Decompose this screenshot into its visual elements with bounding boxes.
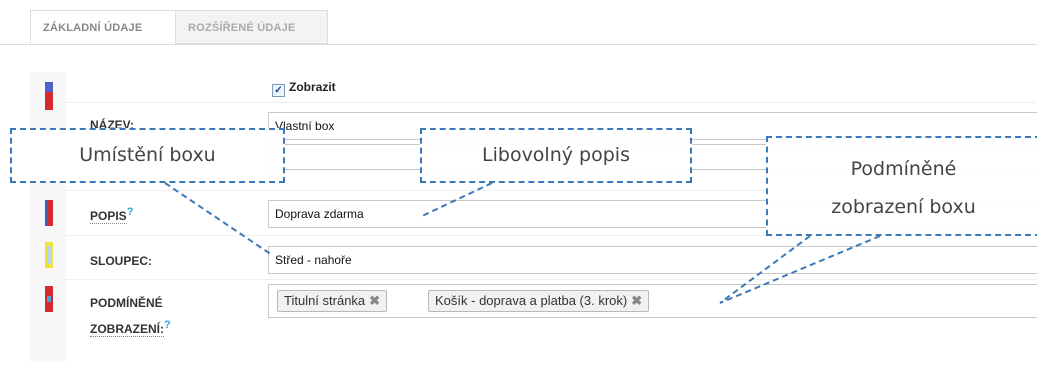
connector-conditional-a <box>719 235 811 304</box>
connector-conditional-b <box>719 235 881 304</box>
connector-description <box>419 182 493 218</box>
connector-placement <box>164 182 273 256</box>
callout-connector-lines <box>164 182 881 304</box>
